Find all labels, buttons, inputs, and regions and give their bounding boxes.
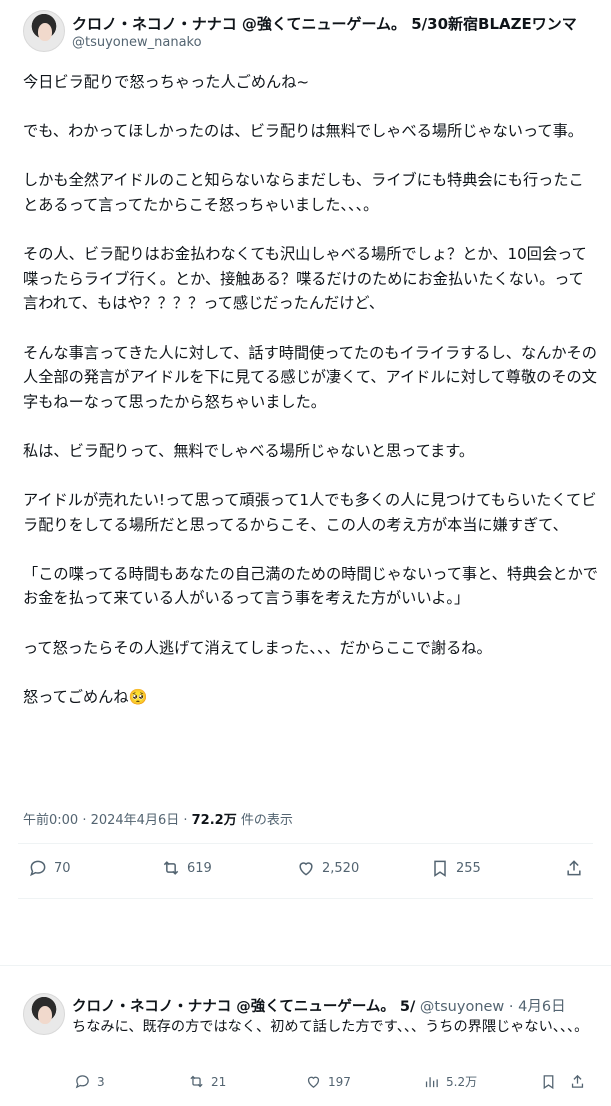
reply-icon [75,1075,89,1089]
tweet-meta: 午前0:00 · 2024年4月6日 · 72.2万 件の表示 [23,809,293,828]
retweet-count: 21 [211,1074,227,1089]
like-icon [307,1076,320,1088]
author-name[interactable]: クロノ・ネコノ・ナナコ @強くてニューゲーム。 5/30新宿BLAZEワンマ [72,13,602,34]
like-count: 197 [328,1074,351,1089]
view-count: 72.2万 [191,813,237,828]
retweet-count: 619 [187,860,212,876]
retweet-button[interactable]: 21 [188,1073,226,1090]
avatar[interactable] [23,993,65,1035]
view-count: 5.2万 [446,1075,478,1089]
share-button[interactable] [564,858,584,878]
reply-text: ちなみに、既存の方ではなく、初めて話した方です、、、うちの界隈じゃない、、、。 [72,1019,589,1035]
like-button[interactable]: 2,520 [296,858,359,878]
divider [18,898,593,899]
retweet-icon [190,1075,203,1088]
timestamp[interactable]: 午前0:00 · 2024年4月6日 · [23,813,192,828]
reply-button[interactable]: 3 [74,1073,105,1090]
reply-button[interactable]: 70 [28,858,71,878]
bookmark-button[interactable]: 255 [430,858,481,878]
like-count: 2,520 [322,860,360,876]
like-icon [299,862,313,876]
reply-count: 3 [97,1074,105,1089]
main-tweet: クロノ・ネコノ・ナナコ @強くてニューゲーム。 5/30新宿BLAZEワンマ @… [0,0,611,900]
author-handle[interactable]: @tsuyonew_nanako [72,35,202,50]
like-button[interactable]: 197 [305,1073,351,1090]
avatar[interactable] [23,10,65,52]
section-separator [0,965,611,985]
divider [18,843,593,844]
bookmark-button[interactable] [540,1073,557,1090]
reply-tweet[interactable]: クロノ・ネコノ・ナナコ @強くてニューゲーム。 5/ @tsuyonew · 4… [0,985,611,1106]
views-button[interactable]: 5.2万 [423,1073,477,1090]
share-button[interactable] [569,1073,586,1090]
view-suffix: 件の表示 [236,813,293,828]
retweet-icon [163,861,179,875]
action-bar: 70 619 2,520 255 [0,858,611,888]
reply-action-bar: 3 21 197 5.2万 [0,1073,611,1093]
bookmark-icon [543,1075,554,1090]
tweet-text: 今日ビラ配りで怒っちゃった人ごめんね~ でも、わかってほしかったのは、ビラ配りは… [23,73,598,706]
share-icon [571,1074,584,1088]
author-name[interactable]: クロノ・ネコノ・ナナコ @強くてニューゲーム。 5/ [72,999,415,1015]
bookmark-icon [434,860,446,877]
reply-count: 70 [54,860,71,876]
views-icon [425,1077,438,1088]
handle-and-date[interactable]: @tsuyonew · 4月6日 [415,999,566,1015]
reply-header: クロノ・ネコノ・ナナコ @強くてニューゲーム。 5/ @tsuyonew · 4… [72,995,602,1016]
reply-icon [30,860,46,877]
retweet-button[interactable]: 619 [161,858,212,878]
share-icon [567,860,581,876]
bookmark-count: 255 [456,860,481,876]
